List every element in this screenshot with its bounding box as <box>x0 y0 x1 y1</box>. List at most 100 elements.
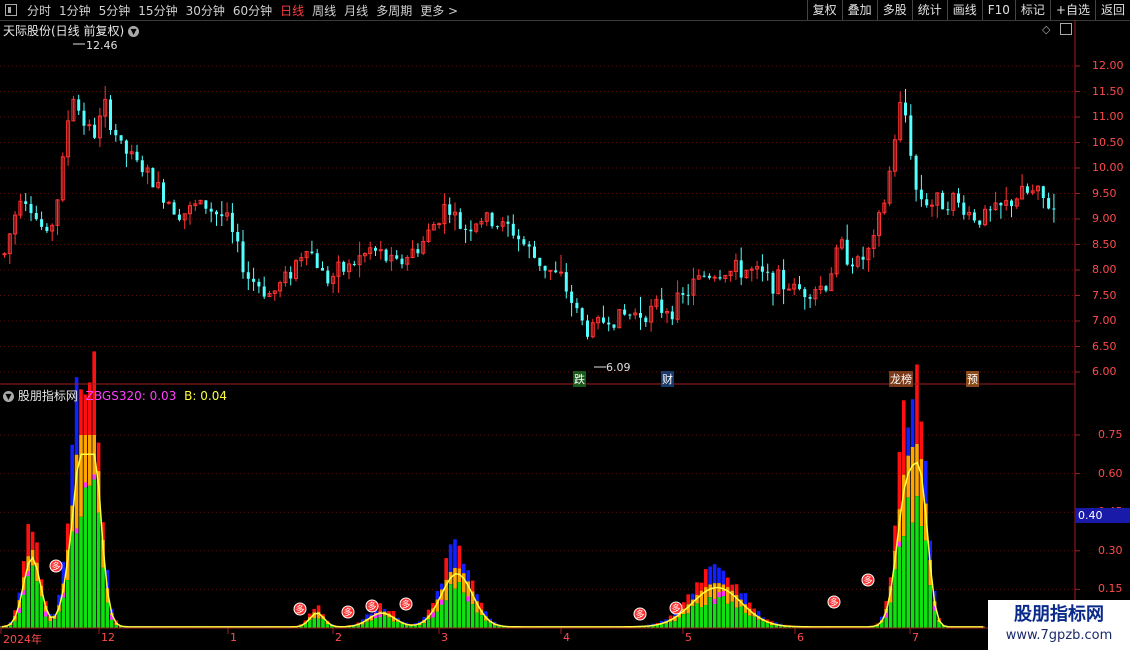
candle <box>395 250 399 260</box>
candle <box>198 199 203 205</box>
indicator-bar <box>668 615 673 628</box>
indicator-bar <box>96 442 101 628</box>
buy-signal-marker[interactable]: 多 <box>399 597 413 611</box>
buy-signal-marker[interactable]: 多 <box>49 559 63 573</box>
candle <box>543 265 547 279</box>
indicator-bar <box>431 602 435 628</box>
candle <box>999 202 1003 219</box>
candle <box>24 193 28 212</box>
event-tag-dragon-list[interactable]: 龙榜 <box>889 371 913 387</box>
buy-signal-marker[interactable]: 多 <box>861 573 875 587</box>
event-tag-finance[interactable]: 财 <box>661 371 674 387</box>
candle <box>898 91 903 142</box>
candle <box>712 274 717 282</box>
candle <box>771 271 775 306</box>
svg-text:多: 多 <box>343 607 352 619</box>
buy-signal-marker[interactable]: 多 <box>293 602 307 616</box>
candle <box>294 259 298 282</box>
candle <box>517 229 521 252</box>
candle <box>18 194 23 219</box>
candle <box>559 254 563 277</box>
indicator-title: ▼ 股朋指标网 ZBGS320: 0.03 B: 0.04 <box>3 387 227 404</box>
indicator-bar <box>717 567 721 628</box>
candle <box>633 308 638 320</box>
indicator-bar <box>739 593 743 628</box>
candle <box>829 267 834 292</box>
indicator-bar <box>88 382 92 628</box>
price-tick: 8.00 <box>1092 263 1117 276</box>
candle <box>458 208 462 230</box>
candle <box>236 223 240 253</box>
candle <box>798 276 801 291</box>
price-tick: 7.50 <box>1092 288 1117 302</box>
diamond-icon[interactable]: ◇ <box>1042 23 1050 36</box>
candle <box>1025 183 1029 195</box>
candle <box>548 269 553 280</box>
svg-text:多: 多 <box>829 597 838 609</box>
candle <box>71 95 76 122</box>
candle <box>675 280 680 323</box>
buy-signal-marker[interactable]: 多 <box>341 605 355 619</box>
price-tick: 11.50 <box>1092 84 1124 98</box>
event-tag-drop[interactable]: 跌 <box>573 371 586 387</box>
candle <box>374 246 377 256</box>
candle <box>601 305 605 324</box>
svg-text:多: 多 <box>635 609 644 621</box>
candle <box>575 298 579 314</box>
indicator-bar <box>695 582 699 628</box>
chevron-down-icon[interactable]: ▼ <box>3 391 14 402</box>
buy-signal-marker[interactable]: 多 <box>669 601 683 615</box>
candle <box>877 209 881 247</box>
candle <box>469 220 473 241</box>
candle <box>310 240 314 255</box>
indicator-tick: 0.30 <box>1098 543 1123 557</box>
candle <box>925 192 929 208</box>
candle <box>193 199 198 212</box>
indicator-bar <box>919 421 924 628</box>
candle <box>129 144 134 160</box>
indicator-bar <box>721 570 726 628</box>
candle <box>315 248 319 269</box>
candle <box>103 86 108 128</box>
panel-toggle-icon[interactable] <box>1060 23 1072 35</box>
candle <box>617 309 622 329</box>
candle <box>453 202 457 231</box>
candle <box>1014 197 1019 210</box>
indicator-bar <box>444 558 448 628</box>
buy-signal-marker[interactable]: 多 <box>827 595 841 609</box>
candle <box>114 123 118 142</box>
indicator-bar <box>74 377 79 628</box>
candle <box>77 94 81 116</box>
candle <box>586 314 589 340</box>
price-tick: 7.00 <box>1092 314 1117 327</box>
candle <box>299 252 304 267</box>
candle <box>527 241 531 259</box>
candle <box>135 144 139 163</box>
candle <box>29 196 33 222</box>
candle <box>490 211 494 229</box>
event-tag-forecast[interactable]: 预 <box>966 371 979 387</box>
buy-signal-marker[interactable]: 多 <box>365 599 379 613</box>
price-tick: 9.00 <box>1092 212 1117 225</box>
candle <box>272 290 277 301</box>
watermark-logo: 股朋指标网 www.7gpzb.com <box>988 600 1130 650</box>
candle <box>728 270 733 282</box>
candle <box>554 261 558 274</box>
indicator-bar <box>453 539 457 628</box>
chart-canvas[interactable]: 多多 多多 多多多多多 <box>0 0 1130 650</box>
buy-signal-marker[interactable]: 多 <box>633 607 647 621</box>
indicator-bar <box>756 610 761 628</box>
candle <box>988 206 992 222</box>
svg-text:多: 多 <box>401 599 410 611</box>
chevron-down-icon[interactable]: ▼ <box>128 26 140 37</box>
candle <box>691 267 696 306</box>
main-chart-title: 天际股份(日线 前复权) ▼ <box>3 22 140 39</box>
candle <box>739 247 743 286</box>
indicator-bar <box>712 564 717 628</box>
candle <box>760 254 764 282</box>
candle <box>289 266 293 286</box>
candle <box>331 272 336 294</box>
candle <box>257 278 261 294</box>
candle <box>352 260 356 267</box>
indicator-bar <box>690 593 695 628</box>
